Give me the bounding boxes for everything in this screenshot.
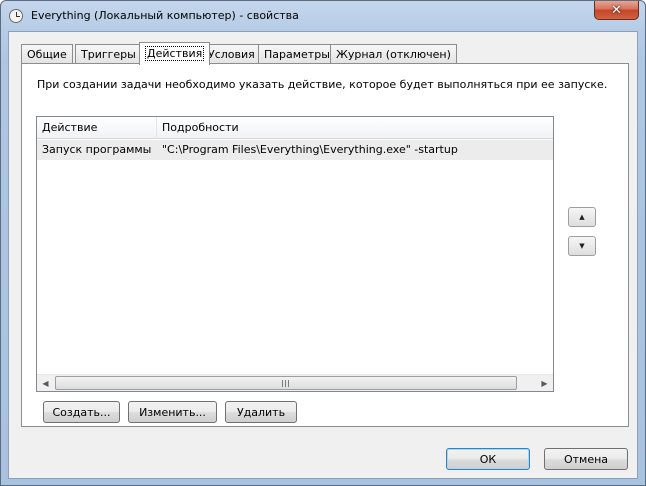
dialog-client-area: Общие Триггеры Действия Условия Параметр… [8, 31, 638, 479]
actions-list[interactable]: Действие Подробности Запуск программы "C… [36, 116, 554, 392]
column-header-action[interactable]: Действие [42, 121, 97, 134]
arrow-down-icon: ▼ [579, 242, 585, 250]
tab-history[interactable]: Журнал (отключен) [330, 44, 457, 64]
tab-general[interactable]: Общие [21, 44, 73, 64]
arrow-up-icon: ▲ [579, 213, 585, 221]
scrollbar-thumb[interactable] [55, 376, 517, 390]
list-header: Действие Подробности [37, 117, 553, 139]
properties-window: Everything (Локальный компьютер) - свойс… [0, 0, 646, 486]
ok-button[interactable]: ОК [446, 448, 530, 470]
cell-action: Запуск программы [42, 143, 152, 156]
table-row[interactable]: Запуск программы "C:\Program Files\Every… [37, 140, 553, 160]
task-scheduler-clock-icon [9, 9, 23, 23]
close-icon: ✕ [611, 2, 622, 18]
edit-button[interactable]: Изменить... [128, 401, 217, 423]
window-title: Everything (Локальный компьютер) - свойс… [31, 9, 299, 22]
delete-button[interactable]: Удалить [225, 401, 297, 423]
grip-icon [282, 380, 290, 387]
scroll-right-icon[interactable]: ▶ [536, 375, 553, 391]
column-divider[interactable] [156, 117, 157, 139]
tab-conditions[interactable]: Условия [202, 44, 261, 64]
move-down-button[interactable]: ▼ [568, 236, 596, 256]
title-bar[interactable]: Everything (Локальный компьютер) - свойс… [1, 1, 645, 31]
actions-description: При создании задачи необходимо указать д… [37, 78, 608, 91]
cell-details: "C:\Program Files\Everything\Everything.… [162, 143, 458, 156]
tab-actions[interactable]: Действия [139, 42, 211, 65]
actions-tab-panel: При создании задачи необходимо указать д… [21, 63, 629, 427]
scroll-left-icon[interactable]: ◀ [37, 375, 54, 391]
cancel-button[interactable]: Отмена [544, 448, 628, 470]
tab-triggers[interactable]: Триггеры [75, 44, 142, 64]
move-up-button[interactable]: ▲ [568, 207, 596, 227]
close-button[interactable]: ✕ [594, 1, 639, 20]
column-header-details[interactable]: Подробности [162, 121, 239, 134]
tab-settings[interactable]: Параметры [258, 44, 336, 64]
horizontal-scrollbar[interactable]: ◀ ▶ [37, 374, 553, 391]
create-button[interactable]: Создать... [43, 401, 120, 423]
